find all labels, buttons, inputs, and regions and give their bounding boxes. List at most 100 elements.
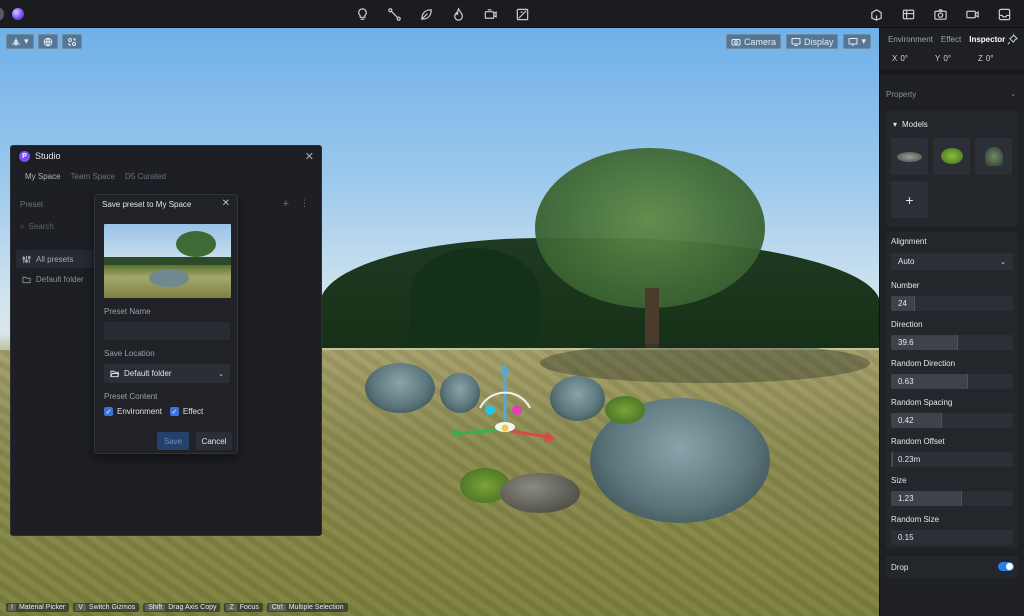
save-preset-dialog: Save preset to My Space ✕ Preset Name Sa… bbox=[94, 194, 238, 454]
preset-content-label: Preset Content bbox=[104, 392, 158, 401]
coord-x[interactable]: X 0° bbox=[892, 52, 929, 65]
display-button[interactable]: Display bbox=[785, 34, 839, 49]
tab-effect[interactable]: Effect bbox=[941, 35, 961, 44]
chevron-down-icon[interactable]: ⌄ bbox=[1010, 90, 1016, 98]
preset-name-field[interactable] bbox=[104, 322, 230, 340]
folder-icon bbox=[22, 276, 31, 283]
preset-label: Preset bbox=[20, 200, 44, 209]
size-slider[interactable]: 1.23 bbox=[891, 491, 1013, 506]
tab-d5-curated[interactable]: D5 Curated bbox=[125, 172, 166, 181]
studio-tabs: My Space Team Space D5 Curated bbox=[25, 172, 166, 181]
chevron-down-icon: ▾ bbox=[861, 36, 866, 46]
nav-all-presets[interactable]: All presets bbox=[16, 250, 100, 268]
models-section: ▾ Models + bbox=[886, 111, 1018, 227]
image-slash-icon[interactable] bbox=[514, 6, 530, 22]
viewport-right-controls: Camera Display ▾ bbox=[725, 34, 871, 49]
close-icon[interactable]: ✕ bbox=[305, 150, 314, 163]
tab-team-space[interactable]: Team Space bbox=[71, 172, 115, 181]
screen-layout-button[interactable]: ▾ bbox=[843, 34, 871, 49]
camera-button[interactable]: Camera bbox=[725, 34, 781, 49]
param-label: Random Offset bbox=[891, 437, 945, 446]
preset-name-label: Preset Name bbox=[104, 307, 151, 316]
effect-checkbox[interactable]: ✓ Effect bbox=[169, 407, 203, 416]
video-camera-icon[interactable] bbox=[964, 6, 980, 22]
alignment-select[interactable]: Auto ⌄ bbox=[891, 253, 1013, 270]
param-label: Size bbox=[891, 476, 907, 485]
add-preset-icon[interactable]: + bbox=[283, 198, 289, 210]
top-toolbar bbox=[0, 0, 1024, 28]
snap-button[interactable] bbox=[61, 34, 82, 49]
models-header[interactable]: ▾ Models bbox=[893, 120, 928, 129]
random-size-slider[interactable]: 0.15 bbox=[891, 530, 1013, 545]
tree-canopy bbox=[535, 148, 765, 308]
close-icon[interactable]: ✕ bbox=[222, 198, 230, 209]
center-toolbar bbox=[354, 6, 530, 22]
app-logo-icon[interactable] bbox=[12, 8, 24, 20]
camera-rig-icon[interactable] bbox=[482, 6, 498, 22]
studio-title: Studio bbox=[35, 151, 61, 161]
rock-model[interactable] bbox=[500, 473, 580, 513]
preset-content-checks: ✓ Environment ✓ Effect bbox=[104, 407, 203, 416]
save-button[interactable]: Save bbox=[157, 432, 189, 450]
property-section-title[interactable]: Property bbox=[886, 90, 916, 99]
folder-open-icon bbox=[110, 370, 119, 378]
drop-label: Drop bbox=[891, 563, 909, 572]
pin-icon[interactable] bbox=[1007, 34, 1018, 45]
shortcut-hints: I Material Picker V Switch Gizmos Shift Dra… bbox=[6, 603, 348, 612]
model-rock-thumb[interactable] bbox=[891, 138, 928, 175]
model-grass-thumb[interactable] bbox=[975, 138, 1012, 175]
panel-tabs: Environment Effect Inspector bbox=[888, 35, 1005, 44]
render-farm-icon[interactable] bbox=[900, 6, 916, 22]
param-label: Random Direction bbox=[891, 359, 956, 368]
studio-header: P Studio bbox=[11, 146, 321, 166]
random-offset-slider[interactable]: 0.23m bbox=[891, 452, 1013, 467]
shortcut-hint: V Switch Gizmos bbox=[73, 603, 140, 612]
studio-nav: All presets Default folder bbox=[16, 250, 100, 290]
forest-background-dark bbox=[410, 248, 540, 343]
checkmark-icon: ✓ bbox=[104, 407, 113, 416]
nav-default-folder[interactable]: Default folder bbox=[16, 270, 100, 288]
model-fern-thumb[interactable] bbox=[933, 138, 970, 175]
studio-logo-icon: P bbox=[19, 150, 30, 162]
dialog-title: Save preset to My Space bbox=[102, 200, 192, 209]
add-model-button[interactable]: + bbox=[891, 181, 928, 218]
search-placeholder: Search bbox=[28, 222, 54, 231]
search-icon: ⌕ bbox=[20, 222, 25, 231]
transform-mode-button[interactable]: ▾ bbox=[6, 34, 34, 49]
inbox-icon[interactable] bbox=[996, 6, 1012, 22]
photo-camera-icon[interactable] bbox=[932, 6, 948, 22]
leaf-icon[interactable] bbox=[418, 6, 434, 22]
asset-library-icon[interactable] bbox=[868, 6, 884, 22]
save-location-label: Save Location bbox=[104, 349, 155, 358]
world-space-button[interactable] bbox=[37, 34, 58, 49]
tab-environment[interactable]: Environment bbox=[888, 35, 933, 44]
app-edge-icon bbox=[0, 8, 4, 20]
grass-bush[interactable] bbox=[365, 363, 435, 413]
number-slider[interactable]: 24 bbox=[891, 296, 1013, 311]
light-icon[interactable] bbox=[354, 6, 370, 22]
tab-inspector[interactable]: Inspector bbox=[969, 35, 1005, 44]
fire-icon[interactable] bbox=[450, 6, 466, 22]
chevron-down-icon: ▾ bbox=[24, 36, 29, 46]
coord-z[interactable]: Z 0° bbox=[978, 52, 1015, 65]
path-icon[interactable] bbox=[386, 6, 402, 22]
drop-toggle[interactable] bbox=[998, 562, 1014, 571]
random-direction-slider[interactable]: 0.63 bbox=[891, 374, 1013, 389]
save-location-select[interactable]: Default folder ⌄ bbox=[104, 364, 230, 383]
param-label: Random Size bbox=[891, 515, 940, 524]
search-input[interactable]: ⌕ Search bbox=[20, 222, 54, 232]
transform-gizmo[interactable] bbox=[450, 363, 560, 453]
shortcut-hint: I Material Picker bbox=[6, 603, 70, 612]
direction-slider[interactable]: 39.6 bbox=[891, 335, 1013, 350]
tree-shadow bbox=[540, 343, 870, 383]
divider bbox=[880, 70, 1024, 74]
cancel-button[interactable]: Cancel bbox=[196, 432, 232, 450]
environment-checkbox[interactable]: ✓ Environment bbox=[104, 407, 162, 416]
fern-plant[interactable] bbox=[605, 396, 645, 424]
drop-row: Drop bbox=[886, 556, 1018, 578]
coord-y[interactable]: Y 0° bbox=[935, 52, 972, 65]
tab-my-space[interactable]: My Space bbox=[25, 172, 61, 181]
more-options-icon[interactable]: ⋮ bbox=[300, 198, 309, 209]
random-spacing-slider[interactable]: 0.42 bbox=[891, 413, 1013, 428]
shortcut-hint: Ctrl Multiple Selection bbox=[266, 603, 348, 612]
